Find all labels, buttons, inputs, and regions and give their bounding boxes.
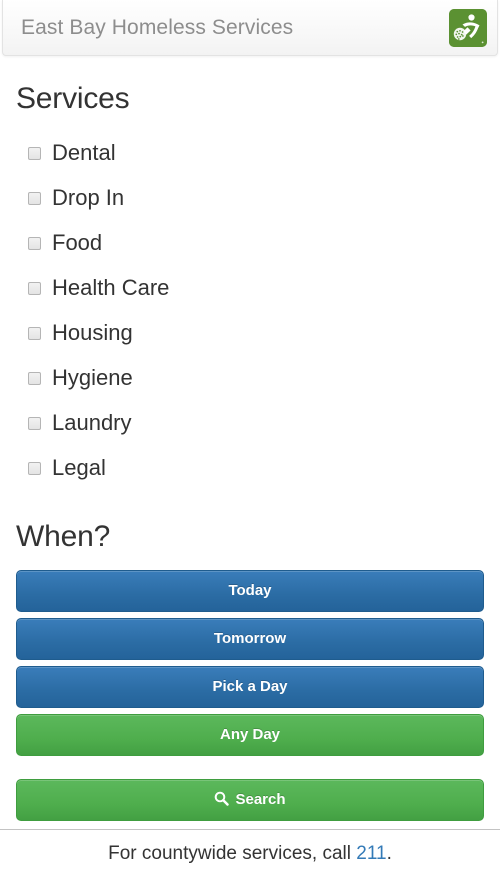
service-label: Housing [52, 319, 133, 345]
service-option-legal[interactable]: Legal [16, 445, 484, 490]
checkbox-housing[interactable] [28, 327, 41, 340]
service-label: Dental [52, 139, 116, 165]
search-button-label: Search [235, 791, 286, 808]
service-option-health-care[interactable]: Health Care [16, 265, 484, 310]
services-checkbox-list: Dental Drop In Food Health Care Housing … [16, 130, 484, 490]
footer-text: For countywide services, call 211. [0, 843, 500, 865]
when-heading: When? [16, 520, 111, 553]
service-label: Drop In [52, 184, 125, 210]
service-option-drop-in[interactable]: Drop In [16, 175, 484, 220]
service-label: Laundry [52, 409, 132, 435]
footer-text-before: For countywide services, call [108, 843, 357, 864]
when-button-tomorrow[interactable]: Tomorrow [16, 618, 484, 660]
services-heading: Services [16, 82, 130, 115]
service-option-food[interactable]: Food [16, 220, 484, 265]
footer: For countywide services, call 211. [0, 829, 500, 876]
search-icon [214, 791, 230, 806]
page-body: Services Dental Drop In Food Health Care… [0, 82, 500, 821]
person-running-logo-icon[interactable] [449, 8, 487, 47]
when-button-today[interactable]: Today [16, 570, 484, 612]
service-option-laundry[interactable]: Laundry [16, 400, 484, 445]
when-button-group: Today Tomorrow Pick a Day Any Day [16, 570, 484, 756]
service-option-dental[interactable]: Dental [16, 130, 484, 175]
checkbox-legal[interactable] [28, 462, 41, 475]
service-label: Legal [52, 454, 106, 480]
search-button[interactable]: Search [16, 779, 484, 821]
checkbox-health-care[interactable] [28, 282, 41, 295]
service-option-hygiene[interactable]: Hygiene [16, 355, 484, 400]
service-label: Food [52, 229, 103, 255]
service-option-housing[interactable]: Housing [16, 310, 484, 355]
checkbox-hygiene[interactable] [28, 372, 41, 385]
checkbox-drop-in[interactable] [28, 192, 41, 205]
service-label: Health Care [52, 274, 170, 300]
checkbox-food[interactable] [28, 237, 41, 250]
checkbox-dental[interactable] [28, 147, 41, 160]
checkbox-laundry[interactable] [28, 417, 41, 430]
when-button-pick-a-day[interactable]: Pick a Day [16, 666, 484, 708]
service-label: Hygiene [52, 364, 133, 390]
footer-text-after: . [386, 843, 392, 864]
call-211-link[interactable]: 211 [356, 843, 386, 864]
app-header: East Bay Homeless Services [2, 0, 498, 56]
when-button-any-day[interactable]: Any Day [16, 714, 484, 756]
page-title: East Bay Homeless Services [21, 15, 294, 39]
